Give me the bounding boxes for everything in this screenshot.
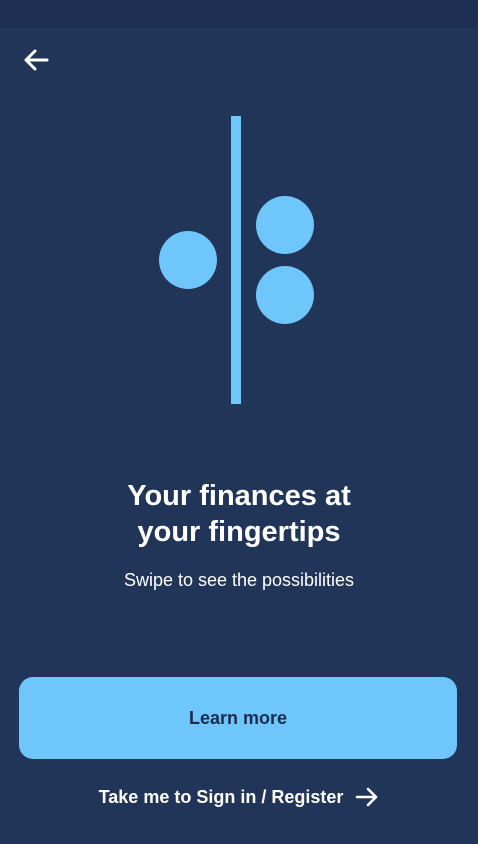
title-line-1: Your finances at [127, 480, 351, 512]
page-title: Your finances at your fingertips [0, 478, 478, 550]
learn-more-label: Learn more [188, 707, 288, 728]
arrow-right-icon [356, 787, 378, 807]
signin-register-label: Take me to Sign in / Register [98, 786, 344, 807]
signin-register-link[interactable]: Take me to Sign in / Register [0, 780, 478, 814]
left-dot [159, 231, 217, 289]
title-line-2: your fingertips [137, 516, 341, 548]
page-subtitle: Swipe to see the possibilities [123, 570, 355, 590]
learn-more-button[interactable]: Learn more [19, 677, 457, 759]
divider-bar [231, 116, 241, 404]
brand-illustration [159, 116, 314, 404]
bottom-right-dot [256, 266, 314, 324]
onboarding-screen: Your finances at your fingertips Swipe t… [0, 0, 478, 844]
top-right-dot [256, 196, 314, 254]
